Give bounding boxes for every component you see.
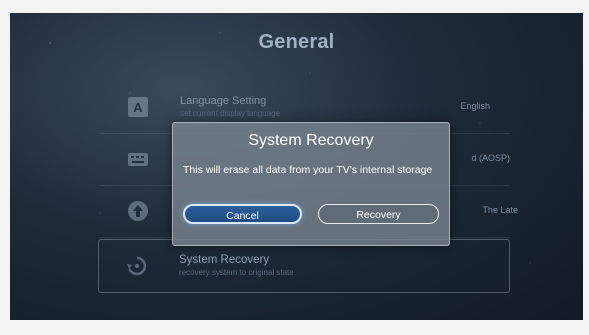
setting-value: The Late — [482, 205, 518, 215]
system-recovery-dialog: System Recovery This will erase all data… — [172, 122, 450, 246]
setting-label: System Recovery — [179, 254, 270, 266]
dialog-message: This will erase all data from your TV's … — [183, 164, 433, 176]
svg-text:A: A — [133, 100, 143, 115]
setting-row-system-recovery[interactable]: System Recovery recovery system to origi… — [98, 239, 510, 293]
cancel-button[interactable]: Cancel — [183, 204, 302, 224]
recovery-icon — [126, 255, 148, 277]
update-icon — [127, 200, 149, 222]
setting-sublabel: recovery system to original state — [179, 268, 294, 277]
keyboard-icon — [127, 148, 149, 170]
tv-screen: General A Language Setting set current d… — [10, 13, 583, 320]
setting-value: English — [460, 101, 490, 111]
setting-sublabel: set current display language — [180, 109, 281, 118]
setting-label: Language Setting — [180, 95, 267, 107]
page-title: General — [258, 31, 335, 53]
dialog-title: System Recovery — [248, 132, 374, 149]
language-icon: A — [127, 96, 149, 118]
recovery-button[interactable]: Recovery — [318, 204, 439, 224]
setting-value: d (AOSP) — [471, 153, 510, 163]
